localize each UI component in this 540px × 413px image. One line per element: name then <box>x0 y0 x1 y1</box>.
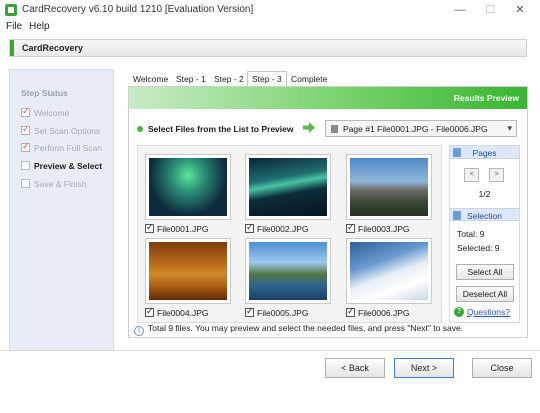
step-label: Preview & Select <box>34 161 103 171</box>
header-accent <box>10 40 14 56</box>
step-label: Welcome <box>34 108 70 118</box>
tab-complete[interactable]: Complete <box>286 71 332 87</box>
select-all-button[interactable]: Select All <box>456 264 514 280</box>
file-checkbox[interactable] <box>245 222 254 233</box>
app-icon <box>5 4 17 16</box>
thumbnail-frame[interactable] <box>245 154 331 220</box>
step-label: Set Scan Options <box>34 126 101 136</box>
select-files-instruction: Select Files from the List to Preview <box>137 124 294 134</box>
chevron-down-icon: ▾ <box>507 123 512 133</box>
thumbnail-image <box>149 158 227 216</box>
minimize-button[interactable]: — <box>446 2 474 18</box>
question-icon: ? <box>454 307 464 317</box>
file-name: File0001.JPG <box>157 224 209 234</box>
menu-help[interactable]: Help <box>29 21 50 32</box>
thumbnail-image <box>249 158 327 216</box>
file-caption[interactable]: File0005.JPG <box>245 306 309 320</box>
file-checkbox[interactable] <box>145 222 154 233</box>
file-checkbox[interactable] <box>145 306 154 317</box>
file-name: File0006.JPG <box>358 308 410 318</box>
prev-page-button[interactable]: < <box>464 168 479 182</box>
pages-title: Pages <box>472 148 497 158</box>
results-banner: Results Preview <box>129 87 527 109</box>
file-caption[interactable]: File0004.JPG <box>145 306 209 320</box>
file-checkbox[interactable] <box>245 306 254 317</box>
header-title: CardRecovery <box>22 43 84 53</box>
selection-header: Selection <box>450 208 519 221</box>
next-button[interactable]: Next > <box>394 358 454 378</box>
thumbnail-image <box>350 158 428 216</box>
menu-file[interactable]: File <box>6 21 22 32</box>
page-icon <box>331 125 338 133</box>
close-button[interactable]: Close <box>472 358 532 378</box>
selection-title: Selection <box>467 211 502 221</box>
thumbnail-frame[interactable] <box>245 238 331 304</box>
thumbnail-frame[interactable] <box>346 238 432 304</box>
pages-header: Pages <box>450 146 519 159</box>
close-window-button[interactable]: ✕ <box>506 2 534 18</box>
file-name: File0004.JPG <box>157 308 209 318</box>
file-checkbox[interactable] <box>346 306 355 317</box>
file-name: File0002.JPG <box>257 224 309 234</box>
selected-count: Selected: 9 <box>457 243 500 253</box>
questions-link[interactable]: Questions? <box>467 307 510 317</box>
file-checkbox[interactable] <box>346 222 355 233</box>
step-status-title: Step Status <box>21 88 68 98</box>
step-checkbox-icon <box>21 106 30 117</box>
tab-step-2[interactable]: Step - 2 <box>209 71 249 87</box>
arrow-right-icon <box>303 122 315 133</box>
thumbnail-frame[interactable] <box>145 238 231 304</box>
thumbnail-grid: File0001.JPG File0002.JPG File0003.JPG F… <box>137 145 442 323</box>
file-caption[interactable]: File0003.JPG <box>346 222 410 236</box>
file-caption[interactable]: File0001.JPG <box>145 222 209 236</box>
info-icon: i <box>134 326 144 336</box>
file-name: File0003.JPG <box>358 224 410 234</box>
step-checkbox-icon <box>21 161 30 170</box>
step-status-sidebar: Step Status Welcome Set Scan Options Per… <box>9 69 114 351</box>
step-checkbox-icon <box>21 141 30 152</box>
step-label: Perform Full Scan <box>34 143 103 153</box>
back-button[interactable]: < Back <box>325 358 385 378</box>
status-note-text: Total 9 files. You may preview and selec… <box>148 323 464 333</box>
thumbnail-image <box>249 242 327 300</box>
title-bar: CardRecovery v6.10 build 1210 [Evaluatio… <box>0 0 540 20</box>
maximize-button[interactable]: ☐ <box>476 2 504 18</box>
status-note: i Total 9 files. You may preview and sele… <box>134 323 463 336</box>
page-select-dropdown[interactable]: Page #1 File0001.JPG - File0006.JPG ▾ <box>325 120 517 137</box>
next-page-button[interactable]: > <box>489 168 504 182</box>
thumbnail-image <box>350 242 428 300</box>
results-preview-title: Results Preview <box>453 93 519 103</box>
instruction-text: Select Files from the List to Preview <box>148 124 294 134</box>
file-name: File0005.JPG <box>257 308 309 318</box>
file-caption[interactable]: File0006.JPG <box>346 306 410 320</box>
window-title: CardRecovery v6.10 build 1210 [Evaluatio… <box>22 4 254 15</box>
bullet-icon <box>137 126 143 132</box>
page-select-value: Page #1 File0001.JPG - File0006.JPG <box>343 124 488 134</box>
tab-welcome[interactable]: Welcome <box>128 71 173 87</box>
deselect-all-button[interactable]: Deselect All <box>456 286 514 302</box>
step-label: Save & Finish <box>34 179 87 189</box>
file-caption[interactable]: File0002.JPG <box>245 222 309 236</box>
results-panel: Results Preview Select Files from the Li… <box>128 86 528 338</box>
app-header: CardRecovery <box>9 39 527 57</box>
page-count: 1/2 <box>478 189 491 199</box>
tab-step-1[interactable]: Step - 1 <box>171 71 211 87</box>
footer-divider <box>0 350 540 351</box>
step-checkbox-icon <box>21 179 30 188</box>
thumbnail-frame[interactable] <box>346 154 432 220</box>
thumbnail-image <box>149 242 227 300</box>
tab-step-3[interactable]: Step - 3 <box>247 71 287 87</box>
step-checkbox-icon <box>21 124 30 135</box>
pages-selection-panel: Pages < > 1/2 Selection Total: 9 Selecte… <box>449 145 520 323</box>
thumbnail-frame[interactable] <box>145 154 231 220</box>
total-count: Total: 9 <box>457 229 485 239</box>
menu-bar: File Help <box>0 20 540 34</box>
